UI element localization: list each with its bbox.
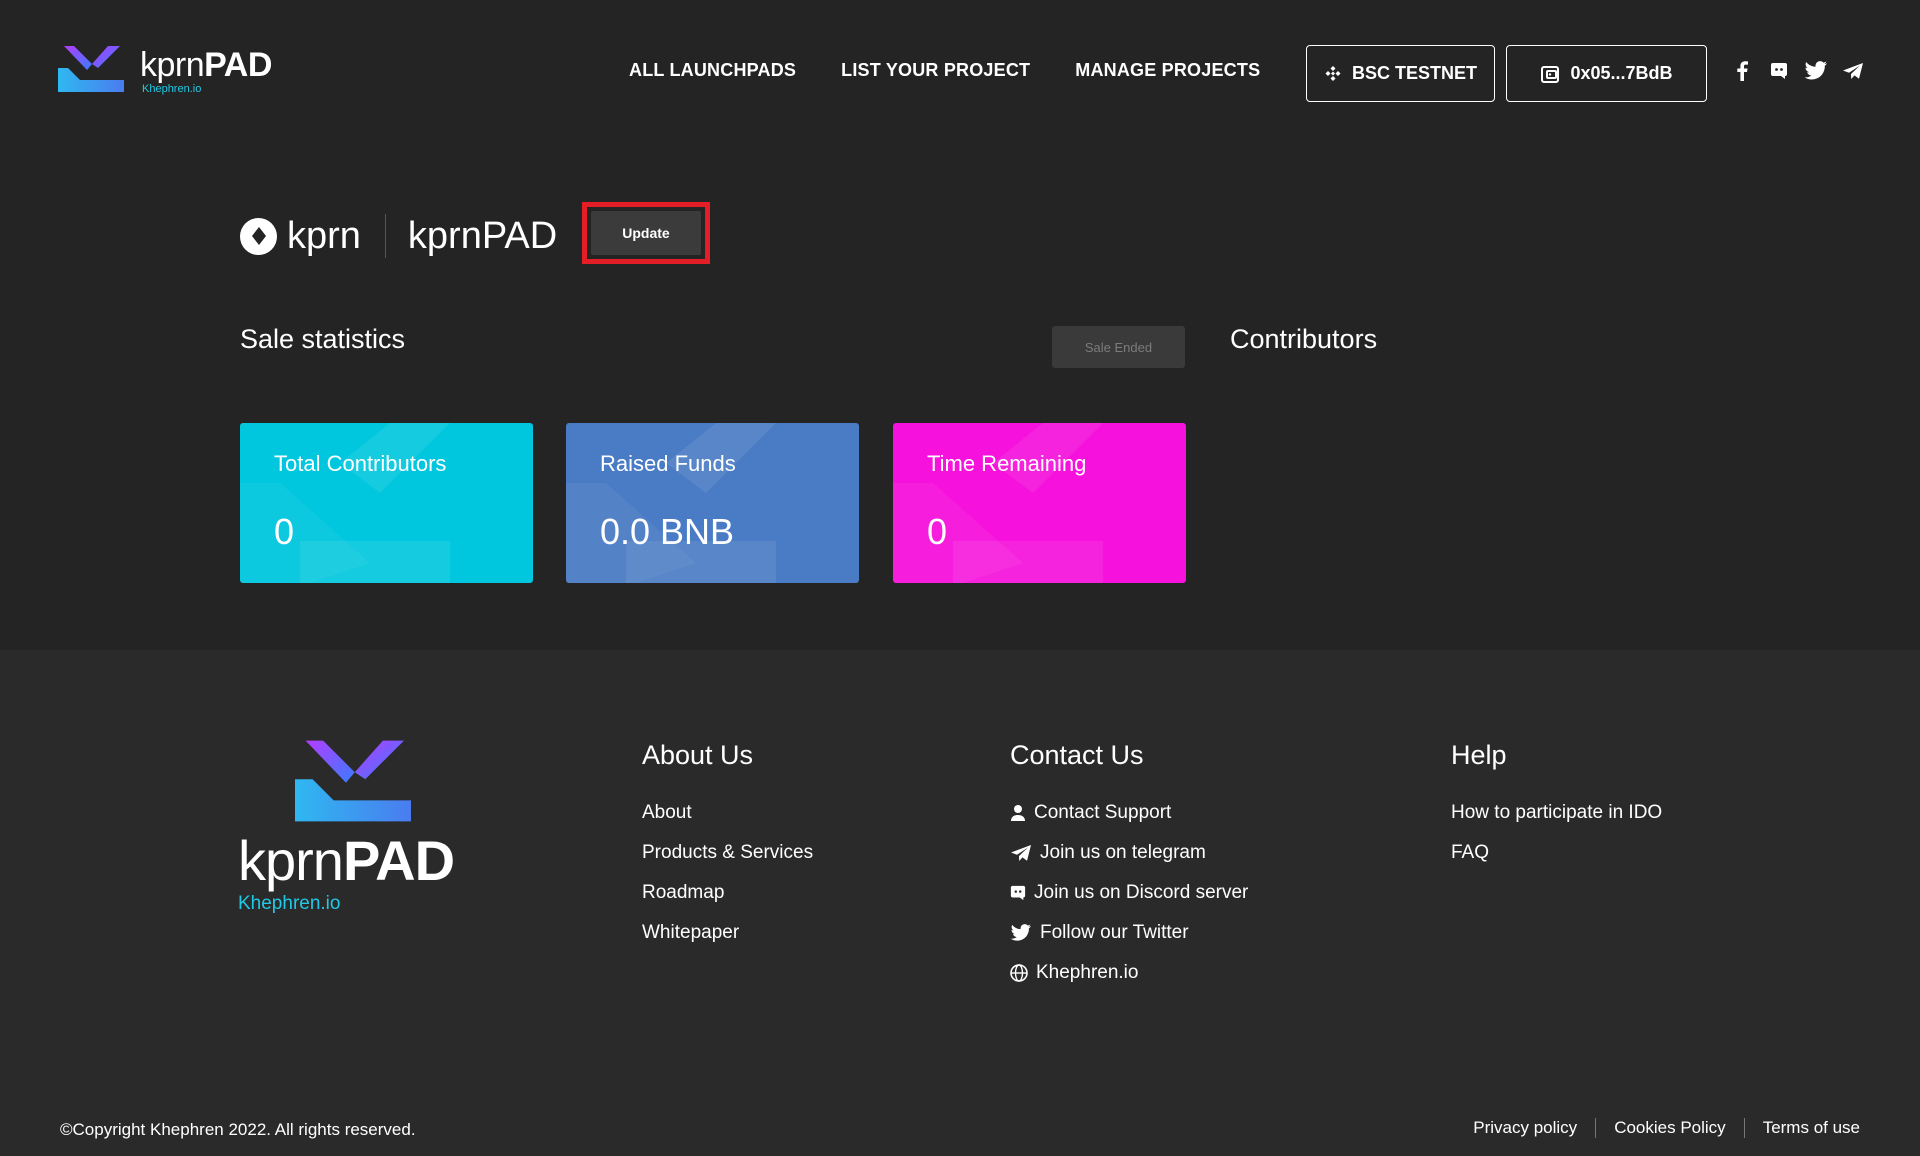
footer-link-discord[interactable]: Join us on Discord server	[1010, 873, 1248, 913]
footer-contact-column: Contact Us Contact Support Join us on te…	[1010, 740, 1248, 993]
bnb-chain-icon	[1325, 65, 1341, 81]
project-name: kprnPAD	[407, 214, 558, 257]
project-header: kprn kprnPAD	[240, 210, 557, 262]
project-token-icon	[240, 217, 277, 255]
copyright-text: ©Copyright Khephren 2022. All rights res…	[60, 1120, 416, 1139]
logo-subtitle: Khephren.io	[142, 83, 202, 95]
wallet-button[interactable]: 0x05...7BdB	[1506, 45, 1707, 102]
network-button[interactable]: BSC TESTNET	[1306, 45, 1495, 102]
nav-list-your-project[interactable]: LIST YOUR PROJECT	[841, 60, 1030, 81]
footer-link-roadmap[interactable]: Roadmap	[642, 873, 813, 913]
wallet-icon	[1541, 65, 1560, 83]
footer-link-label: Join us on telegram	[1040, 842, 1206, 863]
footer-link-products-services[interactable]: Products & Services	[642, 833, 813, 873]
sale-status-badge: Sale Ended	[1052, 326, 1185, 368]
footer-link-about[interactable]: About	[642, 793, 813, 833]
stat-card-value: 0	[274, 511, 295, 552]
divider	[384, 214, 386, 258]
stat-card-total-contributors: Total Contributors 0	[240, 423, 533, 583]
update-highlight: Update	[582, 202, 710, 264]
network-label: BSC TESTNET	[1351, 63, 1477, 83]
footer-link-contact-support[interactable]: Contact Support	[1010, 793, 1248, 833]
footer-link-faq[interactable]: FAQ	[1451, 833, 1662, 873]
kprnpad-logo-icon	[58, 46, 124, 92]
privacy-policy-link[interactable]: Privacy policy	[1455, 1118, 1595, 1138]
footer-logo-subtitle: Khephren.io	[238, 893, 341, 914]
project-symbol: kprn	[287, 214, 361, 257]
stat-card-raised-funds: Raised Funds 0.0 BNB	[566, 423, 859, 583]
card-watermark-icon	[893, 423, 1103, 583]
legal-links: Privacy policy Cookies Policy Terms of u…	[1455, 1118, 1860, 1138]
footer-help-title: Help	[1451, 740, 1507, 770]
footer-link-how-to-participate[interactable]: How to participate in IDO	[1451, 793, 1662, 833]
terms-of-use-link[interactable]: Terms of use	[1743, 1118, 1860, 1138]
footer-link-twitter[interactable]: Follow our Twitter	[1010, 913, 1248, 953]
footer-link-label: Contact Support	[1034, 802, 1172, 823]
sale-statistics-title: Sale statistics	[240, 324, 406, 354]
footer-link-label: Join us on Discord server	[1034, 882, 1249, 903]
footer-logo-wordmark: kprnPAD	[238, 829, 455, 892]
logo-wordmark: kprnPAD	[140, 46, 272, 84]
stat-card-time-remaining: Time Remaining 0	[893, 423, 1186, 583]
footer-about-title: About Us	[642, 740, 754, 770]
twitter-icon[interactable]	[1804, 60, 1828, 82]
globe-icon	[1010, 964, 1028, 982]
stat-card-value: 0	[927, 511, 948, 552]
stat-card-label: Time Remaining	[927, 451, 1087, 476]
footer-link-whitepaper[interactable]: Whitepaper	[642, 913, 813, 953]
social-links	[1730, 60, 1865, 82]
nav-all-launchpads[interactable]: ALL LAUNCHPADS	[629, 60, 796, 81]
twitter-icon	[1010, 924, 1031, 941]
user-icon	[1011, 805, 1025, 821]
card-watermark-icon	[566, 423, 776, 583]
top-header: kprnPAD Khephren.io ALL LAUNCHPADS LIST …	[0, 0, 1920, 150]
page: kprnPAD Khephren.io ALL LAUNCHPADS LIST …	[0, 0, 1920, 1156]
header-logo[interactable]: kprnPAD Khephren.io	[58, 46, 272, 95]
footer: kprnPAD Khephren.io About Us About Produ…	[0, 650, 1920, 1156]
footer-contact-title: Contact Us	[1010, 740, 1144, 770]
discord-icon[interactable]	[1767, 60, 1791, 82]
discord-icon	[1010, 885, 1026, 901]
footer-link-website[interactable]: Khephren.io	[1010, 953, 1248, 993]
contributors-title: Contributors	[1230, 324, 1378, 354]
main-nav: ALL LAUNCHPADS LIST YOUR PROJECT MANAGE …	[629, 60, 1260, 81]
update-button[interactable]: Update	[591, 211, 701, 255]
telegram-icon	[1011, 845, 1031, 861]
kprnpad-logo-icon	[295, 740, 411, 822]
stat-card-label: Total Contributors	[274, 451, 447, 476]
footer-about-column: About Us About Products & Services Roadm…	[642, 740, 813, 953]
footer-help-column: Help How to participate in IDO FAQ	[1451, 740, 1662, 873]
stat-card-label: Raised Funds	[600, 451, 736, 476]
telegram-icon[interactable]	[1841, 60, 1865, 82]
facebook-icon[interactable]	[1730, 60, 1754, 82]
card-watermark-icon	[240, 423, 450, 583]
cookies-policy-link[interactable]: Cookies Policy	[1595, 1118, 1744, 1138]
nav-manage-projects[interactable]: MANAGE PROJECTS	[1075, 60, 1260, 81]
footer-logo[interactable]: kprnPAD Khephren.io	[238, 740, 455, 915]
footer-link-label: Khephren.io	[1036, 962, 1139, 983]
stat-card-value: 0.0 BNB	[600, 511, 735, 552]
footer-link-telegram[interactable]: Join us on telegram	[1010, 833, 1248, 873]
footer-link-label: Follow our Twitter	[1040, 922, 1189, 943]
wallet-address: 0x05...7BdB	[1570, 63, 1673, 83]
